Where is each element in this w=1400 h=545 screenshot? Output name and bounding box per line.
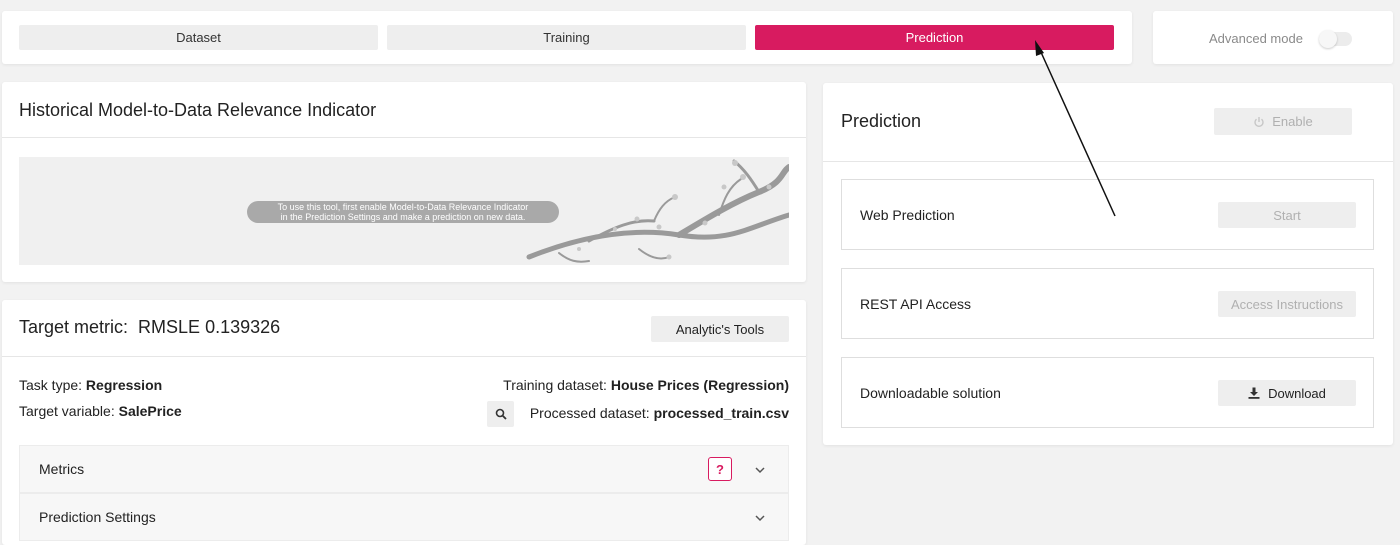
indicator-placeholder: To use this tool, first enable Model-to-…: [19, 157, 789, 265]
analytics-tools-button[interactable]: Analytic's Tools: [651, 316, 789, 342]
target-variable-label: Target variable:: [19, 403, 115, 419]
target-metric-card: Target metric: RMSLE 0.139326 Analytic's…: [2, 300, 806, 545]
notice-line-1: To use this tool, first enable Model-to-…: [277, 202, 529, 212]
web-prediction-label: Web Prediction: [860, 207, 955, 223]
target-metric-label: Target metric:: [19, 317, 129, 337]
advanced-mode-toggle[interactable]: [1319, 30, 1352, 48]
metrics-accordion[interactable]: Metrics ?: [19, 445, 789, 493]
access-instructions-button[interactable]: Access Instructions: [1218, 291, 1356, 317]
power-icon: [1254, 116, 1264, 127]
toggle-knob: [1319, 30, 1337, 48]
divider: [2, 356, 806, 357]
chevron-down-icon: [755, 467, 765, 474]
target-variable-value: SalePrice: [118, 403, 182, 419]
step-prediction[interactable]: Prediction: [755, 25, 1114, 50]
help-icon[interactable]: ?: [708, 457, 732, 481]
processed-dataset-label: Processed dataset:: [529, 405, 650, 421]
processed-dataset-value: processed_train.csv: [653, 405, 789, 421]
rest-api-row: REST API Access Access Instructions: [841, 268, 1374, 339]
chevron-down-icon: [755, 515, 765, 522]
training-dataset-label: Training dataset:: [503, 377, 607, 393]
prediction-settings-accordion[interactable]: Prediction Settings: [19, 493, 789, 541]
target-metric-title: Target metric: RMSLE 0.139326: [19, 317, 280, 338]
training-dataset-value: House Prices (Regression): [610, 377, 789, 393]
target-metric-value: RMSLE 0.139326: [138, 317, 281, 337]
rest-api-label: REST API Access: [860, 296, 972, 312]
tree-branch-illustration: [526, 159, 789, 263]
task-type: Task type: Regression: [19, 377, 162, 393]
step-dataset[interactable]: Dataset: [19, 25, 378, 50]
enable-indicator-notice: To use this tool, first enable Model-to-…: [247, 201, 559, 223]
processed-dataset: Processed dataset: processed_train.csv: [530, 405, 789, 421]
step-training[interactable]: Training: [387, 25, 746, 50]
training-dataset: Training dataset: House Prices (Regressi…: [503, 377, 789, 393]
metrics-accordion-label: Metrics: [39, 461, 85, 477]
download-icon: [1248, 387, 1260, 399]
task-type-label: Task type:: [19, 377, 83, 393]
workflow-steps-bar: Dataset Training Prediction: [2, 11, 1132, 64]
target-variable: Target variable: SalePrice: [19, 403, 182, 419]
historical-indicator-card: Historical Model-to-Data Relevance Indic…: [2, 82, 806, 282]
advanced-mode-panel: Advanced mode: [1153, 11, 1393, 64]
enable-button[interactable]: Enable: [1214, 108, 1352, 135]
notice-line-2: in the Prediction Settings and make a pr…: [280, 212, 526, 222]
advanced-mode-label: Advanced mode: [1209, 31, 1303, 46]
divider: [2, 137, 806, 138]
task-type-value: Regression: [85, 377, 163, 393]
download-button[interactable]: Download: [1218, 380, 1356, 406]
downloadable-solution-label: Downloadable solution: [860, 385, 1001, 401]
download-button-label: Download: [1268, 385, 1326, 401]
search-icon[interactable]: [487, 401, 514, 427]
web-prediction-row: Web Prediction Start: [841, 179, 1374, 250]
start-button[interactable]: Start: [1218, 202, 1356, 228]
divider: [823, 161, 1393, 162]
prediction-title: Prediction: [841, 111, 922, 131]
downloadable-solution-row: Downloadable solution Download: [841, 357, 1374, 428]
prediction-card: Prediction Enable Web Prediction Start R…: [823, 83, 1393, 445]
prediction-settings-label: Prediction Settings: [39, 509, 156, 525]
historical-indicator-title: Historical Model-to-Data Relevance Indic…: [19, 100, 377, 120]
enable-button-label: Enable: [1272, 114, 1313, 129]
